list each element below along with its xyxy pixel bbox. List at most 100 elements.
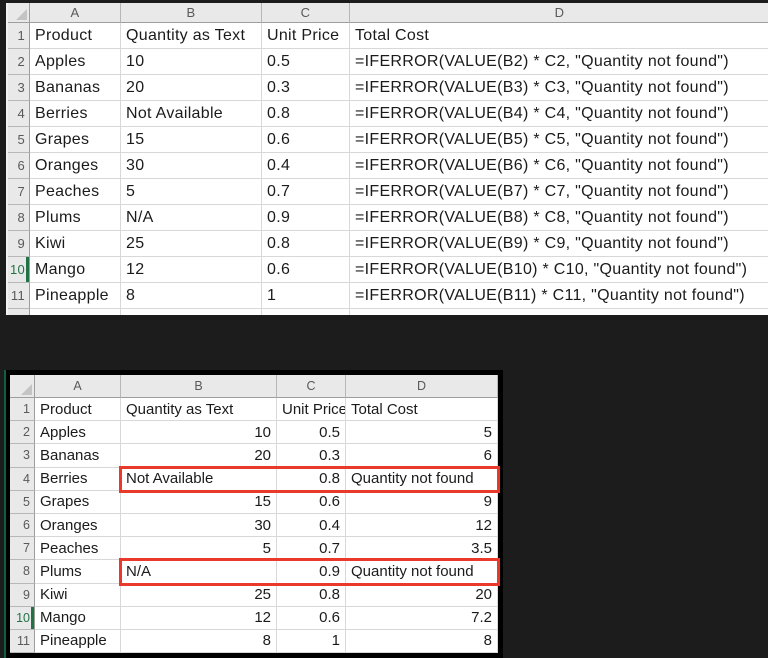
cell-D9[interactable]: =IFERROR(VALUE(B9) * C9, "Quantity not f… xyxy=(350,231,768,257)
cell-C7[interactable]: 0.7 xyxy=(262,179,350,205)
cell-A4[interactable]: Berries xyxy=(30,101,121,127)
row-header-7[interactable]: 7 xyxy=(8,179,30,205)
cell-D7[interactable]: 3.5 xyxy=(346,537,498,561)
column-header-C[interactable]: C xyxy=(277,375,346,398)
cell-D11[interactable]: =IFERROR(VALUE(B11) * C11, "Quantity not… xyxy=(350,283,768,309)
cell-C4[interactable]: 0.8 xyxy=(277,467,346,491)
cell-B7[interactable]: 5 xyxy=(121,537,277,561)
cell-A8[interactable]: Plums xyxy=(35,560,121,584)
cell-B10[interactable]: 12 xyxy=(121,606,277,630)
cell-C11[interactable]: 1 xyxy=(277,629,346,654)
cell-A11[interactable]: Pineapple xyxy=(30,283,121,309)
cell-D12[interactable] xyxy=(350,309,768,315)
row-header-4[interactable]: 4 xyxy=(8,101,30,127)
cell-C12[interactable] xyxy=(262,309,350,315)
cell-A9[interactable]: Kiwi xyxy=(35,583,121,607)
cell-D10[interactable]: =IFERROR(VALUE(B10) * C10, "Quantity not… xyxy=(350,257,768,283)
cell-D2[interactable]: =IFERROR(VALUE(B2) * C2, "Quantity not f… xyxy=(350,49,768,75)
cell-A7[interactable]: Peaches xyxy=(30,179,121,205)
cell-B2[interactable]: 10 xyxy=(121,421,277,445)
cell-D8[interactable]: =IFERROR(VALUE(B8) * C8, "Quantity not f… xyxy=(350,205,768,231)
select-all-corner[interactable] xyxy=(10,375,35,398)
row-header-2[interactable]: 2 xyxy=(8,49,30,75)
row-header-11[interactable]: 11 xyxy=(10,629,35,654)
cell-C3[interactable]: 0.3 xyxy=(277,444,346,468)
row-header-4[interactable]: 4 xyxy=(10,467,35,491)
column-header-A[interactable]: A xyxy=(35,375,121,398)
row-header-6[interactable]: 6 xyxy=(10,513,35,538)
cell-B6[interactable]: 30 xyxy=(121,153,262,179)
cell-C6[interactable]: 0.4 xyxy=(277,513,346,538)
cell-D4[interactable]: Quantity not found xyxy=(346,467,498,491)
cell-D3[interactable]: 6 xyxy=(346,444,498,468)
cell-A1[interactable]: Product xyxy=(35,398,121,422)
row-header-3[interactable]: 3 xyxy=(10,444,35,468)
cell-C5[interactable]: 0.6 xyxy=(262,127,350,153)
row-header-8[interactable]: 8 xyxy=(10,560,35,584)
row-header-5[interactable]: 5 xyxy=(8,127,30,153)
cell-D5[interactable]: =IFERROR(VALUE(B5) * C5, "Quantity not f… xyxy=(350,127,768,153)
cell-C10[interactable]: 0.6 xyxy=(262,257,350,283)
cell-B4[interactable]: Not Available xyxy=(121,467,277,491)
cell-B2[interactable]: 10 xyxy=(121,49,262,75)
cell-B9[interactable]: 25 xyxy=(121,231,262,257)
cell-C2[interactable]: 0.5 xyxy=(277,421,346,445)
cell-C6[interactable]: 0.4 xyxy=(262,153,350,179)
row-header-7[interactable]: 7 xyxy=(10,537,35,561)
cell-D6[interactable]: =IFERROR(VALUE(B6) * C6, "Quantity not f… xyxy=(350,153,768,179)
row-header-1[interactable]: 1 xyxy=(10,398,35,422)
column-header-C[interactable]: C xyxy=(262,3,350,23)
cell-C5[interactable]: 0.6 xyxy=(277,490,346,514)
row-header-12[interactable]: 12 xyxy=(8,309,30,315)
cell-A5[interactable]: Grapes xyxy=(35,490,121,514)
cell-C8[interactable]: 0.9 xyxy=(277,560,346,584)
cell-A1[interactable]: Product xyxy=(30,23,121,49)
cell-C1[interactable]: Unit Price xyxy=(277,398,346,422)
row-header-3[interactable]: 3 xyxy=(8,75,30,101)
row-header-10[interactable]: 10 xyxy=(8,257,30,283)
cell-B10[interactable]: 12 xyxy=(121,257,262,283)
cell-A2[interactable]: Apples xyxy=(30,49,121,75)
row-header-6[interactable]: 6 xyxy=(8,153,30,179)
cell-D10[interactable]: 7.2 xyxy=(346,606,498,630)
cell-B11[interactable]: 8 xyxy=(121,629,277,654)
cell-A4[interactable]: Berries xyxy=(35,467,121,491)
cell-A9[interactable]: Kiwi xyxy=(30,231,121,257)
cell-B5[interactable]: 15 xyxy=(121,490,277,514)
cell-B1[interactable]: Quantity as Text xyxy=(121,398,277,422)
cell-A11[interactable]: Pineapple xyxy=(35,629,121,654)
cell-B11[interactable]: 8 xyxy=(121,283,262,309)
cell-B5[interactable]: 15 xyxy=(121,127,262,153)
cell-B9[interactable]: 25 xyxy=(121,583,277,607)
row-header-2[interactable]: 2 xyxy=(10,421,35,445)
column-header-D[interactable]: D xyxy=(350,3,768,23)
cell-B4[interactable]: Not Available xyxy=(121,101,262,127)
cell-B7[interactable]: 5 xyxy=(121,179,262,205)
cell-A12[interactable] xyxy=(30,309,121,315)
row-header-11[interactable]: 11 xyxy=(8,283,30,309)
cell-D3[interactable]: =IFERROR(VALUE(B3) * C3, "Quantity not f… xyxy=(350,75,768,101)
cell-A3[interactable]: Bananas xyxy=(30,75,121,101)
cell-C7[interactable]: 0.7 xyxy=(277,537,346,561)
cell-A10[interactable]: Mango xyxy=(35,606,121,630)
column-header-B[interactable]: B xyxy=(121,3,262,23)
cell-A6[interactable]: Oranges xyxy=(30,153,121,179)
cell-A5[interactable]: Grapes xyxy=(30,127,121,153)
column-header-A[interactable]: A xyxy=(30,3,121,23)
cell-D1[interactable]: Total Cost xyxy=(350,23,768,49)
cell-C10[interactable]: 0.6 xyxy=(277,606,346,630)
cell-A3[interactable]: Bananas xyxy=(35,444,121,468)
cell-A7[interactable]: Peaches xyxy=(35,537,121,561)
cell-C8[interactable]: 0.9 xyxy=(262,205,350,231)
column-header-D[interactable]: D xyxy=(346,375,498,398)
cell-C9[interactable]: 0.8 xyxy=(277,583,346,607)
cell-B3[interactable]: 20 xyxy=(121,75,262,101)
cell-D1[interactable]: Total Cost xyxy=(346,398,498,422)
select-all-corner[interactable] xyxy=(8,3,30,23)
cell-A8[interactable]: Plums xyxy=(30,205,121,231)
cell-D2[interactable]: 5 xyxy=(346,421,498,445)
cell-D4[interactable]: =IFERROR(VALUE(B4) * C4, "Quantity not f… xyxy=(350,101,768,127)
cell-B6[interactable]: 30 xyxy=(121,513,277,538)
cell-A2[interactable]: Apples xyxy=(35,421,121,445)
row-header-1[interactable]: 1 xyxy=(8,23,30,49)
